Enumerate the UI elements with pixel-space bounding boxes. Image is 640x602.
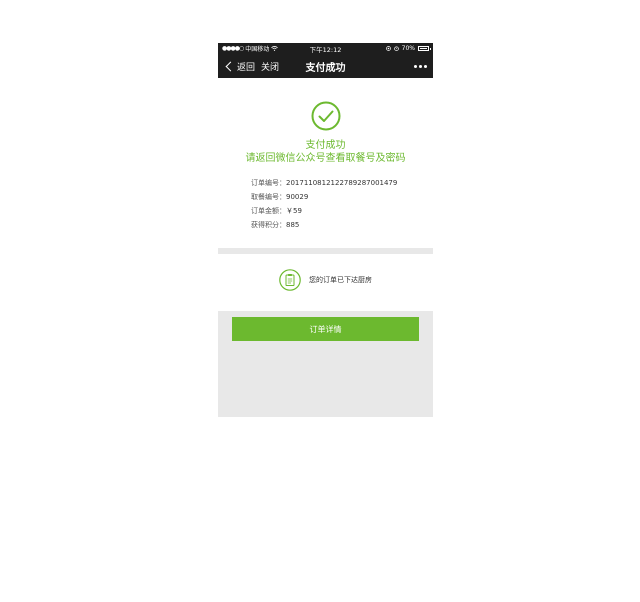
order-info-row: 获得积分： 885: [251, 218, 433, 232]
points-label: 获得积分：: [251, 221, 286, 229]
order-number-value: 2017110812122789287001479: [286, 179, 398, 187]
kitchen-notice: 您的订单已下达厨房: [218, 269, 433, 291]
back-label: 返回: [237, 62, 256, 73]
more-dot-icon: [414, 64, 417, 68]
more-dot-icon: [419, 64, 422, 68]
order-info: 订单编号： 2017110812122789287001479 取餐编号： 90…: [251, 176, 433, 232]
pickup-number-label: 取餐编号：: [251, 193, 286, 201]
status-bar: ●●●●○ 中国移动 下午12:12 70%: [218, 43, 433, 54]
more-dot-icon: [424, 64, 427, 68]
nav-bar: 返回 关闭 支付成功: [218, 54, 433, 78]
success-subtitle: 请返回微信公众号查看取餐号及密码: [245, 153, 406, 164]
order-detail-button[interactable]: 订单详情: [232, 317, 419, 341]
section-divider: [218, 248, 433, 254]
success-title: 支付成功: [305, 140, 346, 151]
order-amount-label: 订单金额：: [251, 207, 286, 215]
kitchen-notice-text: 您的订单已下达厨房: [309, 276, 372, 284]
order-info-row: 订单金额： ￥59: [251, 204, 433, 218]
status-time: 下午12:12: [309, 45, 342, 54]
clipboard-icon: [279, 269, 301, 291]
success-check-icon: [311, 101, 340, 131]
battery-icon: [418, 46, 431, 51]
phone-screen: ●●●●○ 中国移动 下午12:12 70% 返回 关闭 支付成功 支付成功 请…: [218, 43, 433, 417]
nav-left: 返回 关闭: [224, 60, 279, 73]
order-info-row: 订单编号： 2017110812122789287001479: [251, 176, 433, 190]
order-amount-value: ￥59: [286, 207, 302, 215]
pickup-number-value: 90029: [286, 193, 309, 201]
more-menu-button[interactable]: [414, 64, 427, 68]
points-value: 885: [286, 221, 300, 229]
order-number-label: 订单编号：: [251, 179, 286, 187]
chevron-left-icon: [225, 61, 236, 71]
close-button[interactable]: 关闭: [261, 60, 279, 73]
order-info-row: 取餐编号： 90029: [251, 190, 433, 204]
success-section: 支付成功 请返回微信公众号查看取餐号及密码: [218, 78, 433, 165]
bottom-area: 订单详情: [218, 311, 433, 417]
back-button[interactable]: 返回: [224, 60, 255, 73]
